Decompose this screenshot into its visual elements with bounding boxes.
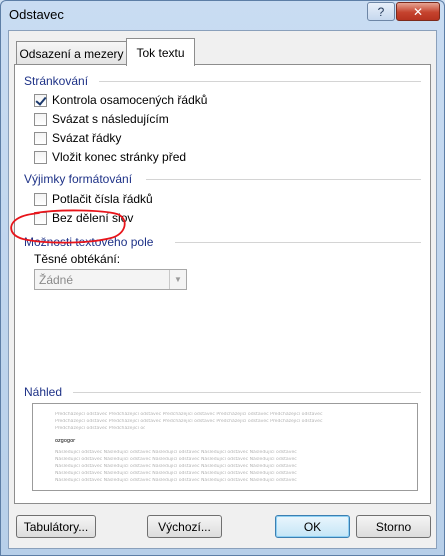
- tabs-button-label: Tabulátory...: [23, 519, 89, 534]
- close-button[interactable]: ✕: [396, 2, 440, 21]
- preview-next-line: Následující odstavec Následující odstave…: [55, 478, 297, 483]
- section-textbox-options-heading: Možnosti textového pole: [24, 235, 154, 249]
- preview-sample-text: ozgogor: [55, 438, 76, 444]
- preview-next-line: Následující odstavec Následující odstave…: [55, 464, 297, 469]
- ok-button-label: OK: [303, 519, 322, 534]
- tab-panel-text-flow: Stránkování Kontrola osamocených řádků S…: [14, 64, 431, 504]
- preview-next-line: Následující odstavec Následující odstave…: [55, 471, 297, 476]
- section-divider: [99, 81, 421, 82]
- tight-wrap-value: Žádné: [39, 272, 74, 287]
- preview-previous-line: Předcházející odstavec Předcházející ods…: [55, 419, 323, 424]
- option-keep-with-next[interactable]: Svázat s následujícím: [34, 111, 169, 127]
- preview-previous-line: Předcházející odstavec Předcházející ods…: [55, 426, 145, 431]
- tab-text-flow-label: Tok textu: [136, 45, 185, 60]
- option-label: Potlačit čísla řádků: [52, 192, 153, 206]
- option-label: Vložit konec stránky před: [52, 150, 187, 164]
- preview-box: Předcházející odstavec Předcházející ods…: [32, 403, 418, 491]
- checkbox-suppress-line-numbers[interactable]: [34, 192, 47, 206]
- section-divider: [73, 392, 421, 393]
- dialog-body: Odsazení a mezery Tok textu Stránkování …: [8, 30, 437, 549]
- section-formatting-exceptions-heading: Výjimky formátování: [24, 172, 133, 186]
- section-divider: [175, 242, 421, 243]
- tab-text-flow[interactable]: Tok textu: [126, 38, 195, 66]
- tabs-button[interactable]: Tabulátory...: [16, 515, 96, 538]
- set-default-button[interactable]: Výchozí...: [147, 515, 222, 538]
- checkbox-keep-with-next[interactable]: [34, 112, 47, 126]
- tab-indents-spacing[interactable]: Odsazení a mezery: [16, 41, 127, 65]
- section-pagination-heading: Stránkování: [24, 74, 89, 88]
- option-dont-hyphenate[interactable]: Bez dělení slov: [34, 210, 133, 226]
- option-widow-control[interactable]: Kontrola osamocených řádků: [34, 92, 207, 108]
- checkbox-page-break-before[interactable]: [34, 150, 47, 164]
- cancel-button-label: Storno: [375, 519, 412, 534]
- chevron-down-icon[interactable]: ▼: [169, 270, 186, 289]
- checkbox-widow-control[interactable]: [34, 93, 47, 107]
- option-label: Bez dělení slov: [52, 211, 134, 225]
- tight-wrap-label: Těsné obtékání:: [34, 252, 121, 266]
- preview-previous-line: Předcházející odstavec Předcházející ods…: [55, 412, 323, 417]
- option-suppress-line-numbers[interactable]: Potlačit čísla řádků: [34, 191, 153, 207]
- help-icon: ?: [377, 4, 385, 19]
- tab-indents-spacing-label: Odsazení a mezery: [19, 46, 124, 61]
- help-button[interactable]: ?: [367, 2, 395, 21]
- preview-next-line: Následující odstavec Následující odstave…: [55, 450, 297, 455]
- option-label: Kontrola osamocených řádků: [52, 93, 208, 107]
- ok-button[interactable]: OK: [275, 515, 350, 538]
- title-bar[interactable]: Odstavec ? ✕: [1, 1, 444, 29]
- option-page-break-before[interactable]: Vložit konec stránky před: [34, 149, 186, 165]
- section-preview-heading: Náhled: [24, 385, 63, 399]
- option-label: Svázat řádky: [52, 131, 122, 145]
- option-label: Svázat s následujícím: [52, 112, 169, 126]
- dialog-title: Odstavec: [9, 7, 64, 22]
- cancel-button[interactable]: Storno: [356, 515, 431, 538]
- paragraph-dialog: Odstavec ? ✕ Odsazení a mezery Tok textu…: [0, 0, 445, 556]
- close-icon: ✕: [412, 4, 424, 19]
- checkbox-keep-lines-together[interactable]: [34, 131, 47, 145]
- checkbox-dont-hyphenate[interactable]: [34, 211, 47, 225]
- tight-wrap-select[interactable]: Žádné ▼: [34, 269, 187, 290]
- option-keep-lines-together[interactable]: Svázat řádky: [34, 130, 121, 146]
- preview-next-line: Následující odstavec Následující odstave…: [55, 457, 297, 462]
- section-divider: [146, 179, 421, 180]
- set-default-button-label: Výchozí...: [158, 519, 211, 534]
